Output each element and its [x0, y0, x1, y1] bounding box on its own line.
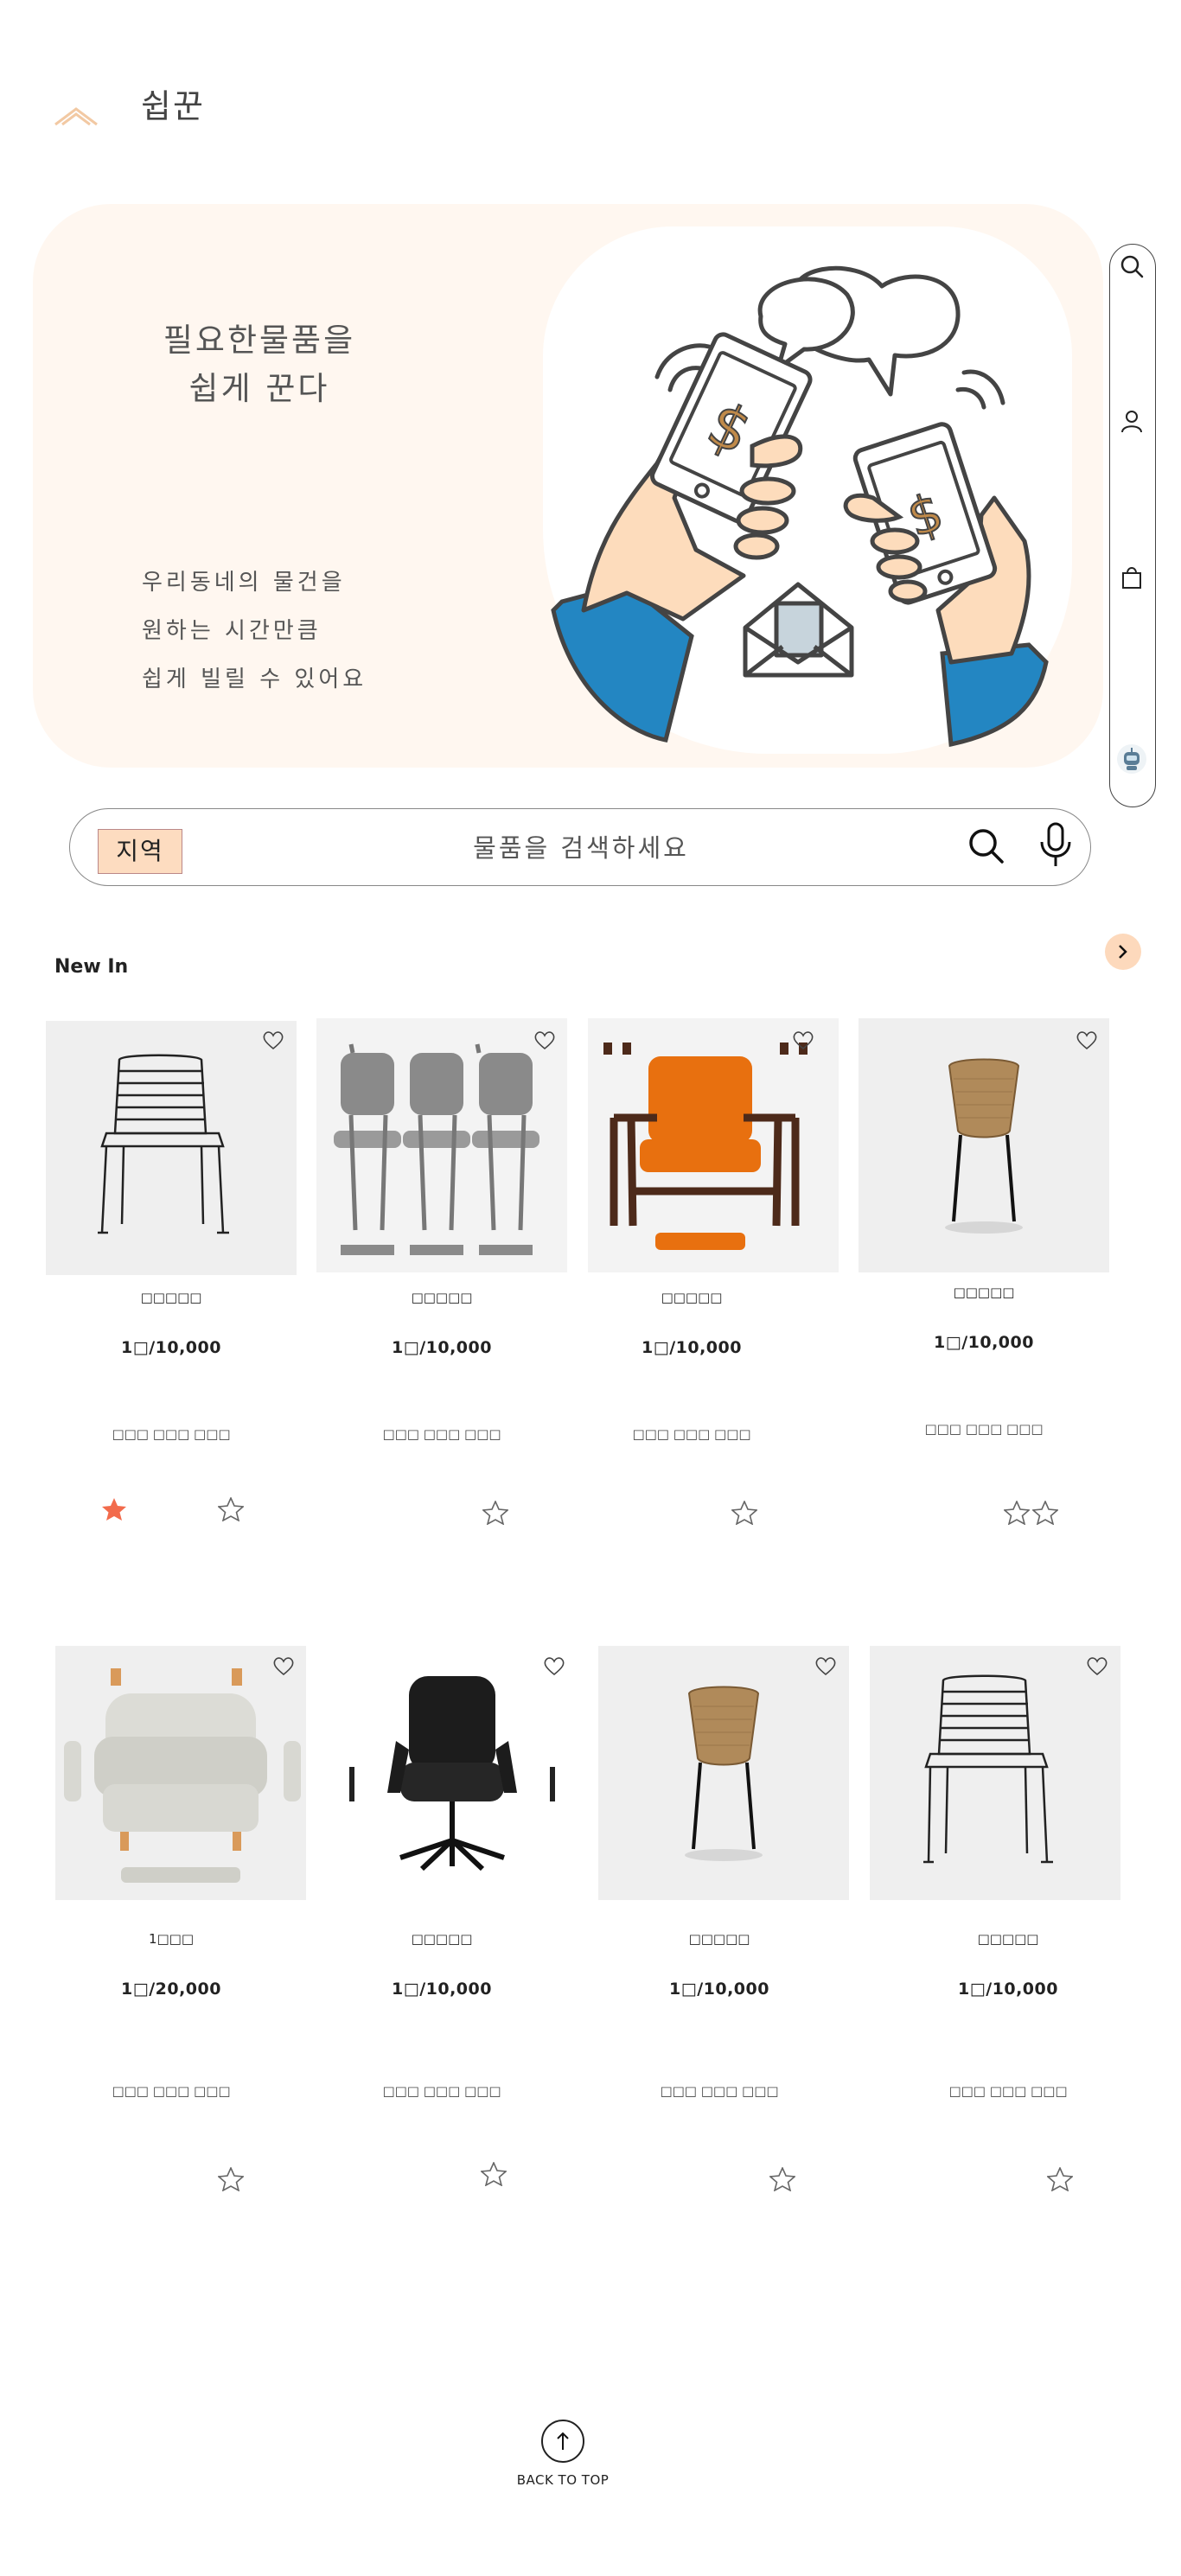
product-image-wicker-chair[interactable] [859, 1018, 1109, 1272]
star-outline-icon[interactable] [769, 2167, 795, 2191]
star-outline-icon[interactable] [482, 1501, 508, 1525]
product-description: □□□ □□□ □□□ [382, 1426, 501, 1442]
hero-title: 필요한물품을 쉽게 꾼다 [159, 316, 360, 413]
search-submit-icon[interactable] [966, 826, 1005, 865]
hero-title-line1: 필요한물품을 [163, 322, 356, 359]
star-outline-icon[interactable] [218, 2167, 244, 2191]
product-name[interactable]: □□□□□ [316, 1931, 567, 1947]
arrow-up-icon [557, 2432, 569, 2450]
star-outline-icon[interactable] [218, 1497, 244, 1521]
hero-subtitle-line1: 우리동네의 물건을 [142, 570, 346, 596]
heart-icon[interactable] [272, 1656, 295, 1677]
product-name[interactable]: □□□□□ [566, 1290, 817, 1305]
product-price: 1□/10,000 [958, 1980, 1058, 1999]
hero-subtitle-line2: 원하는 시간만큼 [142, 618, 322, 644]
microphone-icon[interactable] [1037, 821, 1074, 868]
product-image-wicker-chair[interactable] [598, 1646, 849, 1900]
logo-text[interactable]: 쉽꾼 [141, 80, 205, 127]
logo-chevron-icon[interactable] [52, 102, 100, 128]
product-image-office-chair[interactable] [327, 1646, 578, 1900]
hero-title-line2: 쉽게 꾼다 [188, 370, 330, 407]
heart-icon[interactable] [1076, 1030, 1098, 1051]
product-name[interactable]: □□□□□ [859, 1285, 1109, 1300]
product-description: □□□ □□□ □□□ [924, 1421, 1044, 1437]
hero-subtitle-line3: 쉽게 빌릴 수 있어요 [142, 666, 367, 692]
product-description: □□□ □□□ □□□ [382, 2083, 501, 2099]
product-price: 1□/20,000 [121, 1980, 221, 1999]
product-description: □□□ □□□ □□□ [112, 1426, 231, 1442]
heart-icon[interactable] [533, 1030, 556, 1051]
search-icon[interactable] [1117, 252, 1146, 281]
carousel-next-button[interactable] [1105, 934, 1141, 970]
product-description: □□□ □□□ □□□ [660, 2083, 779, 2099]
product-image-orange-armchair[interactable] [588, 1018, 839, 1272]
side-rail [1109, 244, 1156, 807]
product-name[interactable]: □□□□□ [46, 1290, 297, 1305]
product-price: 1□/10,000 [669, 1980, 769, 1999]
heart-icon[interactable] [792, 1030, 814, 1051]
product-name[interactable]: □□□□□ [316, 1290, 567, 1305]
hands-money-illustration: $ $ [551, 265, 1049, 748]
product-price: 1□/10,000 [642, 1338, 742, 1357]
chatbot-icon[interactable] [1116, 743, 1147, 775]
product-price: 1□/10,000 [121, 1338, 221, 1357]
product-image-sofa-chair[interactable] [55, 1646, 306, 1900]
star-filled-icon[interactable] [101, 1497, 127, 1521]
product-price: 1□/10,000 [392, 1980, 492, 1999]
heart-icon[interactable] [1086, 1656, 1108, 1677]
search-input[interactable] [363, 823, 799, 873]
hero-subtitle: 우리동네의 물건을 원하는 시간만큼 쉽게 빌릴 수 있어요 [142, 558, 367, 704]
heart-icon[interactable] [814, 1656, 837, 1677]
product-name[interactable]: □□□□□ [594, 1931, 845, 1947]
section-title: New In [54, 956, 129, 978]
product-price: 1□/10,000 [934, 1333, 1034, 1352]
shopping-bag-icon[interactable] [1117, 563, 1146, 592]
back-to-top-label[interactable]: BACK TO TOP [484, 2472, 642, 2488]
star-outline-icon[interactable] [1032, 1501, 1058, 1525]
region-button[interactable]: 지역 [98, 829, 182, 874]
star-outline-icon[interactable] [1047, 2167, 1073, 2191]
star-outline-icon[interactable] [481, 2162, 507, 2186]
product-description: □□□ □□□ □□□ [112, 2083, 231, 2099]
star-outline-icon[interactable] [1004, 1501, 1030, 1525]
product-description: □□□ □□□ □□□ [948, 2083, 1068, 2099]
product-image-wire-chair[interactable] [870, 1646, 1120, 1900]
star-outline-icon[interactable] [731, 1501, 757, 1525]
user-icon[interactable] [1117, 406, 1146, 436]
product-price: 1□/10,000 [392, 1338, 492, 1357]
chevron-right-icon [1119, 945, 1127, 959]
product-description: □□□ □□□ □□□ [632, 1426, 751, 1442]
product-image-grey-chairs[interactable] [316, 1018, 567, 1272]
heart-icon[interactable] [262, 1030, 284, 1051]
product-name[interactable]: □□□□□ [883, 1931, 1133, 1947]
heart-icon[interactable] [543, 1656, 565, 1677]
product-image-wire-chair[interactable] [46, 1021, 297, 1275]
back-to-top-button[interactable] [541, 2420, 584, 2463]
product-name[interactable]: 1□□□ [46, 1931, 297, 1947]
